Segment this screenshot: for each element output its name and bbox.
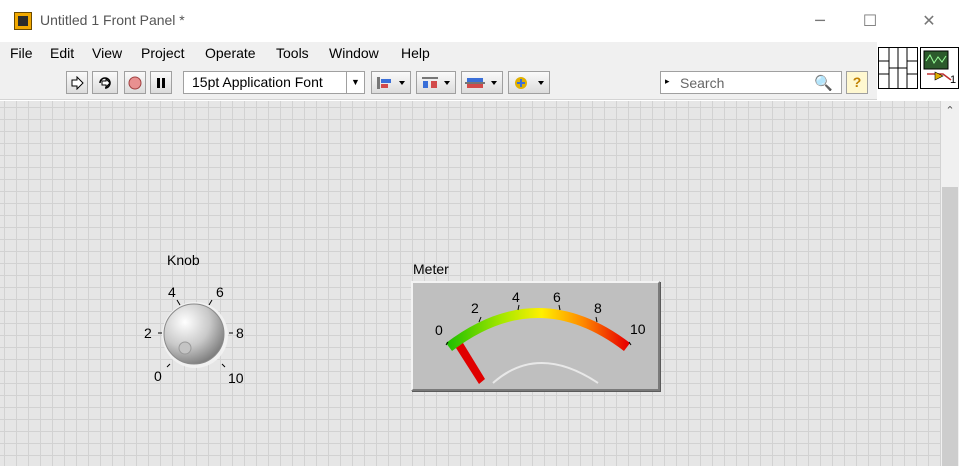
connector-pane-grid-icon: [879, 48, 917, 88]
minimize-button[interactable]: ─: [805, 8, 835, 34]
search-expand-icon[interactable]: ▸: [665, 76, 670, 87]
meter-dial: 0 2 4 6 8 10: [435, 289, 646, 384]
menu-bar: File Edit View Project Operate Tools Win…: [0, 42, 877, 64]
toolbar: 15pt Application Font ▼ ▸ Search 🔍 ?: [0, 64, 877, 100]
search-icon[interactable]: 🔍: [814, 74, 833, 92]
meter-tick-8: 8: [594, 300, 602, 316]
distribute-objects-button[interactable]: [416, 71, 456, 94]
connector-pane[interactable]: [878, 47, 918, 89]
meter-label: Meter: [413, 261, 449, 277]
scrollbar-thumb[interactable]: [942, 187, 958, 466]
run-continuously-button[interactable]: [92, 71, 118, 94]
close-button[interactable]: ✕: [914, 8, 944, 34]
run-continuously-icon: [99, 76, 111, 89]
knob-body[interactable]: [163, 303, 225, 365]
run-arrow-icon: [71, 75, 84, 90]
pause-button[interactable]: [150, 71, 172, 94]
menu-project[interactable]: Project: [141, 45, 185, 61]
maximize-button[interactable]: ☐: [855, 8, 885, 34]
meter-tick-10: 10: [630, 321, 646, 337]
meter-tick-6: 6: [553, 289, 561, 305]
menu-help[interactable]: Help: [401, 45, 430, 61]
pause-icon: [157, 77, 165, 88]
search-box[interactable]: ▸ Search 🔍: [660, 71, 842, 94]
font-selector-value: 15pt Application Font: [192, 74, 323, 90]
reorder-button[interactable]: [508, 71, 550, 94]
meter-tick-2: 2: [471, 300, 479, 316]
menu-file[interactable]: File: [10, 45, 33, 61]
resize-objects-button[interactable]: [461, 71, 503, 94]
stop-sign-icon: [128, 76, 142, 89]
knob-tick-8: 8: [236, 325, 244, 341]
meter-needle: [456, 343, 485, 384]
knob-tick-10: 10: [228, 370, 244, 386]
run-button[interactable]: [66, 71, 88, 94]
title-bar: Untitled 1 Front Panel * ─ ☐ ✕: [0, 0, 959, 42]
labview-app-icon: [14, 12, 32, 30]
chevron-down-icon[interactable]: ▼: [346, 72, 364, 93]
meter-tick-0: 0: [435, 322, 443, 338]
window-title: Untitled 1 Front Panel *: [40, 12, 185, 28]
meter-tick-4: 4: [512, 289, 520, 305]
vertical-scrollbar[interactable]: ⌃: [941, 101, 959, 466]
menu-edit[interactable]: Edit: [50, 45, 74, 61]
knob-indicator-dimple: [178, 341, 192, 355]
font-selector[interactable]: 15pt Application Font ▼: [183, 71, 365, 94]
align-objects-icon: [377, 76, 405, 89]
menu-window[interactable]: Window: [329, 45, 379, 61]
connector-index: 1: [950, 74, 957, 86]
distribute-objects-icon: [422, 76, 450, 88]
vi-icon[interactable]: 1: [920, 47, 959, 89]
knob-tick-6: 6: [216, 284, 224, 300]
meter-hub-arc: [492, 362, 599, 384]
scroll-up-icon[interactable]: ⌃: [941, 104, 959, 117]
abort-button[interactable]: [124, 71, 146, 94]
align-objects-button[interactable]: [371, 71, 411, 94]
search-input[interactable]: Search: [680, 75, 724, 91]
knob-tick-2: 2: [144, 325, 152, 341]
menu-operate[interactable]: Operate: [205, 45, 256, 61]
knob-control[interactable]: 0 2 4 6 8 10: [140, 282, 252, 388]
resize-objects-icon: [465, 77, 497, 88]
knob-tick-0: 0: [154, 368, 162, 384]
meter-indicator: 0 2 4 6 8 10: [411, 281, 660, 391]
menu-view[interactable]: View: [92, 45, 122, 61]
reorder-icon: [515, 76, 544, 89]
knob-tick-4: 4: [168, 284, 176, 300]
knob-label: Knob: [167, 252, 200, 268]
meter-color-scale: [445, 308, 631, 351]
context-help-button[interactable]: ?: [846, 71, 868, 94]
menu-tools[interactable]: Tools: [276, 45, 309, 61]
